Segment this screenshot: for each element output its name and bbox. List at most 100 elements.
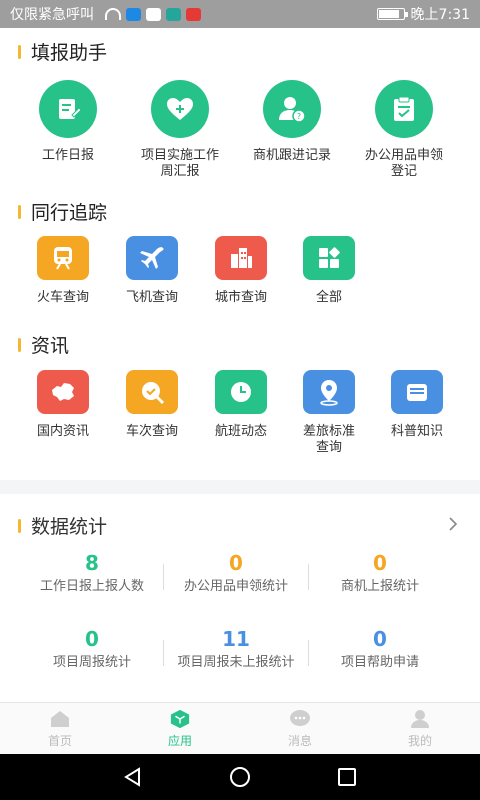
stat-caption: 项目周报未上报统计 — [177, 655, 295, 670]
stats-card: 数据统计 8 工作日报上报人数 0 办公用品申领统计 0 商机上报统计 0 项目… — [0, 494, 480, 702]
system-nav-bar — [0, 754, 480, 800]
stat-daily-report-count[interactable]: 8 工作日报上报人数 — [12, 551, 172, 595]
stat-value: 11 — [222, 627, 250, 651]
home-circle-icon[interactable] — [228, 765, 252, 789]
message-icon — [290, 709, 310, 726]
stat-caption: 商机上报统计 — [340, 579, 419, 594]
travel-standard-button[interactable]: 差旅标准查询 — [281, 370, 377, 456]
main-content: 填报助手 工作日报 项目实施工作周汇报 ? 商机跟进记录 办公用品申领登记 同行… — [0, 28, 480, 702]
daily-report-button[interactable]: 工作日报 — [20, 80, 116, 164]
section-marker — [18, 518, 21, 533]
stat-help-request[interactable]: 0 项目帮助申请 — [300, 627, 460, 671]
section-title-text: 资讯 — [31, 335, 70, 357]
section-title-tracking: 同行追踪 — [18, 198, 107, 225]
domestic-news-label: 国内资讯 — [36, 424, 89, 439]
train-icon — [37, 236, 89, 280]
business-lead-label: 商机跟进记录 — [252, 148, 331, 163]
office-supplies-icon — [375, 80, 433, 138]
city-icon — [215, 236, 267, 280]
location-pin-icon — [303, 370, 355, 414]
app-notification-icon — [126, 7, 141, 21]
section-title-text: 填报助手 — [31, 42, 108, 64]
section-title-text: 同行追踪 — [31, 202, 108, 224]
train-number-query-button[interactable]: 车次查询 — [104, 370, 200, 440]
folder-icon — [391, 370, 443, 414]
clock-text: 晚上7:31 — [410, 7, 470, 23]
tab-messages[interactable]: 消息 — [240, 703, 360, 754]
travel-standard-label: 差旅标准查询 — [302, 424, 355, 455]
weekly-report-label: 项目实施工作周汇报 — [140, 148, 219, 179]
wifi-icon — [105, 8, 121, 20]
shortcuts-card: 填报助手 工作日报 项目实施工作周汇报 ? 商机跟进记录 办公用品申领登记 同行… — [0, 28, 480, 480]
flight-status-button[interactable]: 航班动态 — [193, 370, 289, 440]
office-supplies-button[interactable]: 办公用品申领登记 — [356, 80, 452, 180]
weekly-report-button[interactable]: 项目实施工作周汇报 — [132, 80, 228, 180]
tab-label: 消息 — [287, 733, 312, 748]
stat-caption: 工作日报上报人数 — [39, 579, 144, 594]
stat-caption: 项目周报统计 — [52, 655, 131, 670]
business-lead-icon: ? — [263, 80, 321, 138]
tab-label: 首页 — [47, 733, 72, 748]
all-icon — [303, 236, 355, 280]
search-icon — [126, 370, 178, 414]
stat-value: 0 — [229, 551, 243, 575]
stat-caption: 办公用品申领统计 — [183, 579, 288, 594]
section-title-news: 资讯 — [18, 331, 69, 358]
weekly-report-icon — [151, 80, 209, 138]
flight-status-label: 航班动态 — [214, 424, 267, 439]
apps-icon — [170, 709, 190, 728]
stat-value: 0 — [373, 627, 387, 651]
clock-icon — [215, 370, 267, 414]
app-notification-icon — [166, 7, 181, 21]
back-icon[interactable] — [122, 766, 144, 788]
all-button[interactable]: 全部 — [281, 236, 377, 306]
train-query-button[interactable]: 火车查询 — [15, 236, 111, 306]
app-notification-icon — [146, 7, 161, 21]
chevron-right-icon[interactable] — [448, 516, 458, 536]
stat-weekly-report[interactable]: 0 项目周报统计 — [12, 627, 172, 671]
daily-report-icon — [39, 80, 97, 138]
svg-text:?: ? — [297, 112, 301, 121]
section-marker — [18, 204, 21, 219]
battery-icon — [376, 8, 408, 20]
tab-apps[interactable]: 应用 — [120, 703, 240, 754]
science-knowledge-label: 科普知识 — [390, 424, 443, 439]
status-bar: 仅限紧急呼叫 晚上7:31 — [0, 0, 480, 28]
science-knowledge-button[interactable]: 科普知识 — [369, 370, 465, 440]
plane-query-button[interactable]: 飞机查询 — [104, 236, 200, 306]
section-title-fill: 填报助手 — [18, 38, 107, 65]
all-label: 全部 — [315, 290, 342, 305]
stats-title: 数据统计 — [18, 512, 107, 539]
profile-icon — [411, 709, 429, 728]
city-query-label: 城市查询 — [214, 290, 267, 305]
stat-caption: 项目帮助申请 — [340, 655, 419, 670]
home-icon — [51, 710, 69, 727]
plane-query-label: 飞机查询 — [125, 290, 178, 305]
train-number-query-label: 车次查询 — [125, 424, 178, 439]
plane-icon — [126, 236, 178, 280]
stat-office-supplies[interactable]: 0 办公用品申领统计 — [156, 551, 316, 595]
train-query-label: 火车查询 — [36, 290, 89, 305]
stat-weekly-unreported[interactable]: 11 项目周报未上报统计 — [156, 627, 316, 671]
tab-label: 应用 — [167, 733, 192, 748]
office-supplies-label: 办公用品申领登记 — [364, 148, 443, 179]
app-notification-icon — [186, 7, 201, 21]
city-query-button[interactable]: 城市查询 — [193, 236, 289, 306]
stat-business-lead[interactable]: 0 商机上报统计 — [300, 551, 460, 595]
stat-value: 0 — [85, 627, 99, 651]
tab-home[interactable]: 首页 — [0, 703, 120, 754]
section-marker — [18, 44, 21, 59]
china-map-icon — [37, 370, 89, 414]
domestic-news-button[interactable]: 国内资讯 — [15, 370, 111, 440]
stats-title-text: 数据统计 — [31, 516, 108, 538]
bottom-tab-bar: 首页 应用 消息 我的 — [0, 702, 480, 754]
recents-icon[interactable] — [336, 766, 358, 788]
stat-value: 0 — [373, 551, 387, 575]
tab-profile[interactable]: 我的 — [360, 703, 480, 754]
status-icons — [100, 7, 201, 21]
daily-report-label: 工作日报 — [41, 148, 94, 163]
business-lead-button[interactable]: ? 商机跟进记录 — [244, 80, 340, 164]
stat-value: 8 — [85, 551, 99, 575]
section-marker — [18, 337, 21, 352]
tab-label: 我的 — [407, 733, 432, 748]
